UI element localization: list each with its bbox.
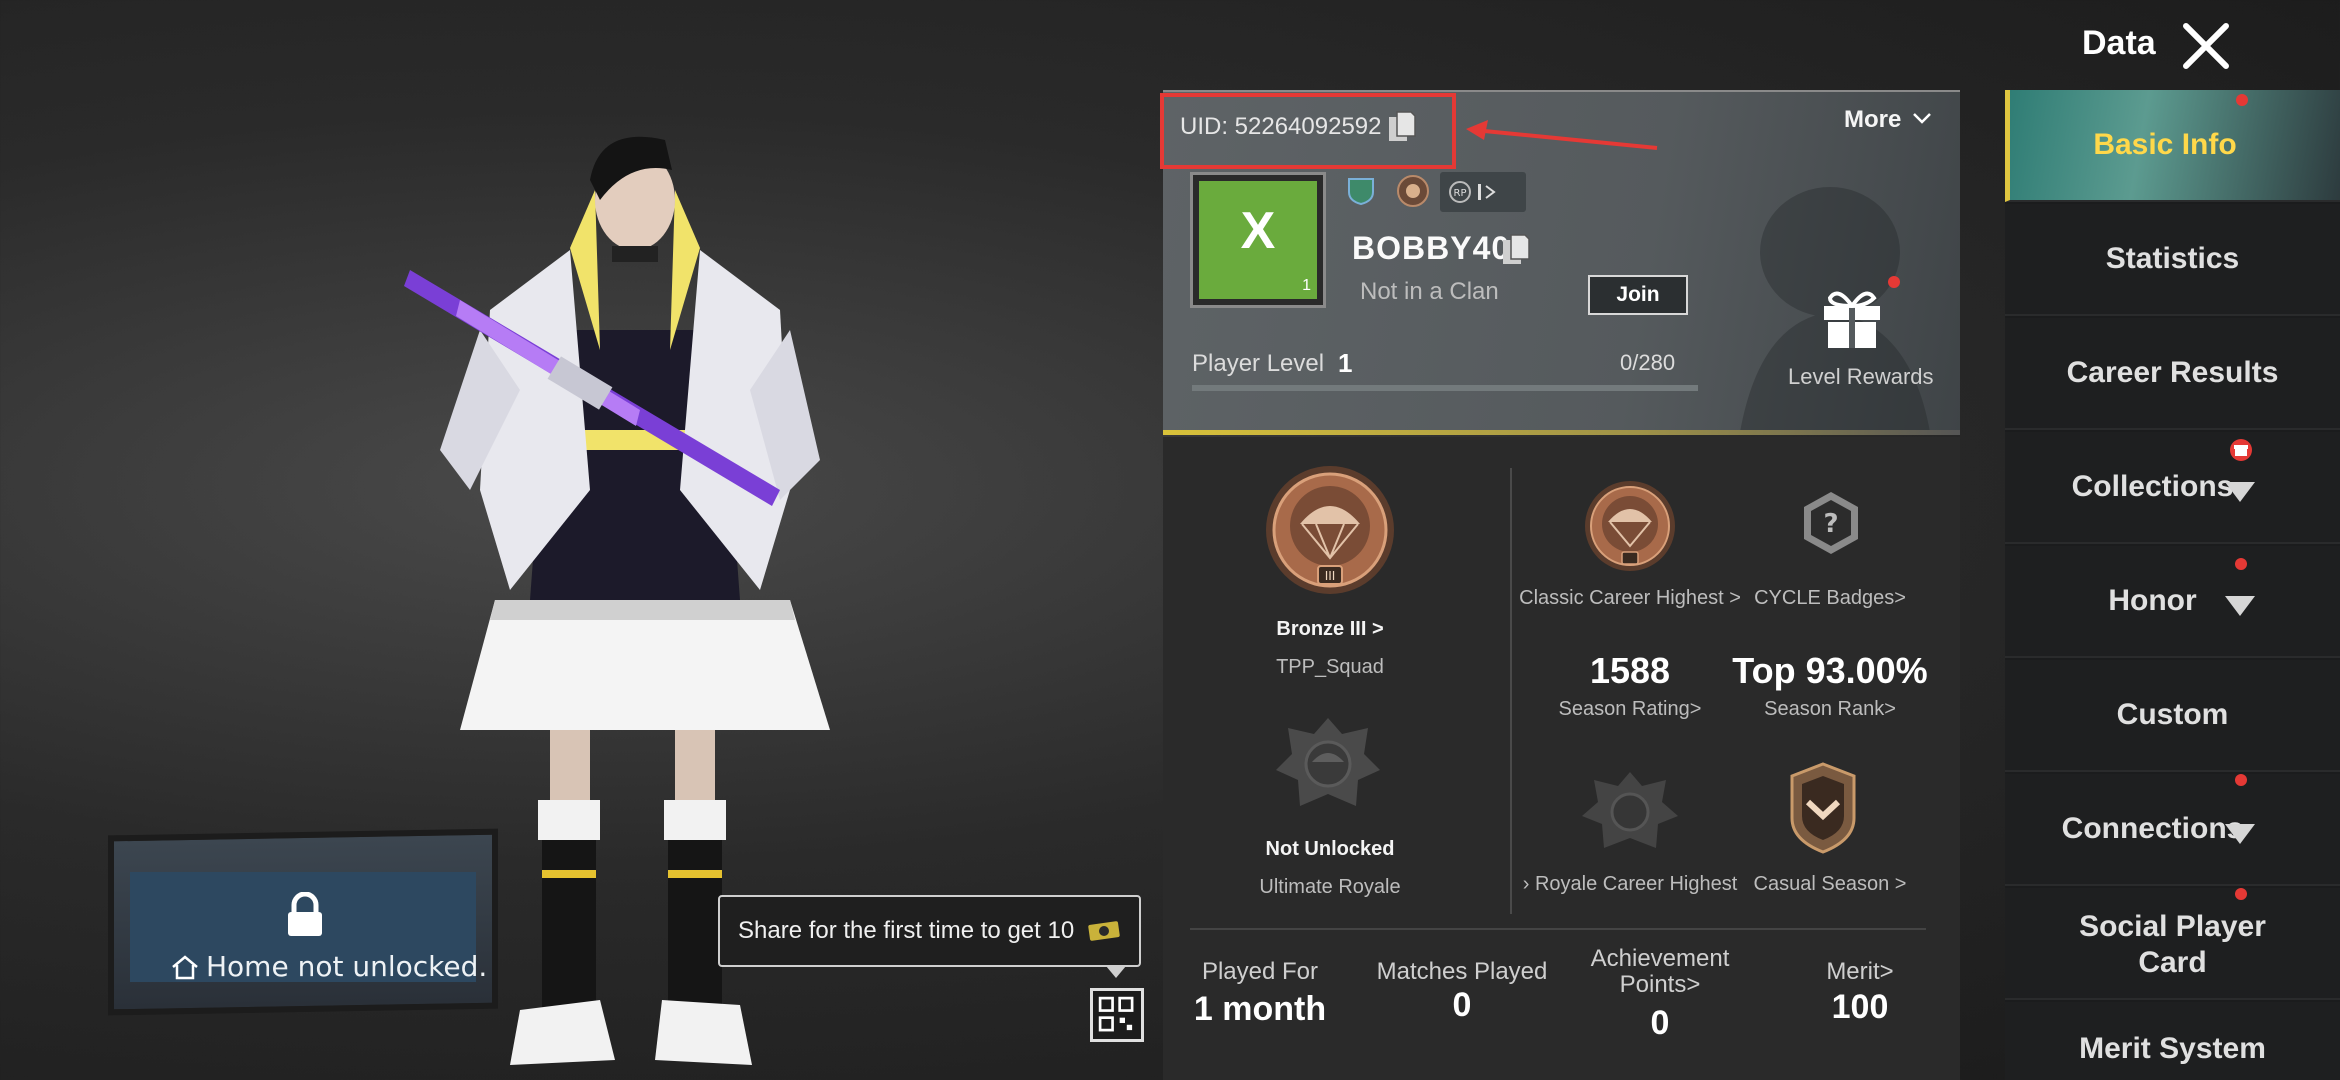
sidebar-item-connections[interactable]: Connections — [2005, 774, 2340, 886]
season-rating-link[interactable]: Season Rating> — [1530, 698, 1730, 721]
join-clan-button[interactable]: Join — [1588, 275, 1688, 315]
uid-text: UID: 52264092592 — [1180, 113, 1382, 140]
avatar-image: X 1 — [1199, 181, 1317, 299]
season-rank-value: Top 93.00% — [1732, 650, 1928, 691]
tooltip-tail — [1106, 966, 1126, 978]
clan-status: Not in a Clan — [1360, 278, 1499, 305]
share-text: Share for the first time to get 10 — [738, 917, 1075, 944]
chevron-down-icon — [2225, 482, 2255, 502]
horizontal-divider — [1190, 928, 1926, 930]
more-label: More — [1844, 106, 1902, 133]
tier-numeral: III — [1325, 569, 1336, 583]
sidebar-item-merit-system[interactable]: Merit System — [2005, 1002, 2340, 1080]
chevron-down-icon — [1913, 113, 1931, 124]
header-bottom-stripe — [1163, 430, 1960, 435]
sidebar: Basic Info Statistics Career Results Col… — [2005, 90, 2340, 1080]
classic-highest-emblem-icon[interactable] — [1582, 478, 1678, 574]
notification-dot — [2235, 888, 2247, 900]
sidebar-item-statistics[interactable]: Statistics — [2005, 204, 2340, 316]
sidebar-item-label: Honor — [2108, 584, 2197, 617]
merit-value: 100 — [1831, 988, 1889, 1026]
notification-dot — [2235, 774, 2247, 786]
home-sign[interactable]: Home not unlocked. — [108, 828, 498, 1016]
sidebar-item-label: Social Player — [2079, 910, 2266, 943]
classic-career-highest-link[interactable]: Classic Career Highest > — [1510, 587, 1750, 610]
sidebar-item-label: Merit System — [2079, 1032, 2266, 1065]
sidebar-item-label: Connections — [2061, 812, 2244, 845]
matches-played-value: 0 — [1452, 986, 1472, 1024]
achievement-points-label[interactable]: Points> — [1580, 971, 1740, 999]
home-text-label: Home not unlocked. — [206, 950, 488, 983]
page-title: Data — [2082, 24, 2156, 62]
sidebar-item-social-player-card[interactable]: Social Player Card — [2005, 888, 2340, 1000]
ultimate-status: Not Unlocked — [1265, 838, 1395, 860]
achievement-points-value: 0 — [1650, 1004, 1670, 1042]
notification-dot — [2236, 94, 2248, 106]
sidebar-item-honor[interactable]: Honor — [2005, 546, 2340, 658]
tpp-mode-label: TPP_Squad — [1276, 656, 1384, 678]
notification-dot — [1888, 276, 1900, 288]
copy-name-icon[interactable] — [1500, 232, 1534, 268]
home-icon — [172, 955, 198, 980]
notification-dot — [2235, 558, 2247, 570]
cycle-badges-link[interactable]: CYCLE Badges> — [1720, 587, 1940, 610]
sidebar-item-label: Career Results — [2066, 356, 2279, 389]
sidebar-item-label: Basic Info — [2093, 128, 2237, 161]
sidebar-item-basic-info[interactable]: Basic Info — [2005, 90, 2340, 202]
gift-icon[interactable] — [1816, 280, 1888, 352]
copy-uid-icon[interactable] — [1386, 109, 1418, 145]
sidebar-item-collections[interactable]: Collections — [2005, 432, 2340, 544]
svg-text:?: ? — [1823, 509, 1838, 539]
level-rewards-label[interactable]: Level Rewards — [1788, 364, 1934, 390]
close-icon[interactable] — [2180, 20, 2232, 72]
avatar-letter: X — [1240, 202, 1276, 260]
more-button[interactable]: More — [1844, 106, 1932, 134]
share-reward-tooltip[interactable]: Share for the first time to get 10 — [718, 895, 1141, 967]
sidebar-item-label-line2: Card — [2138, 946, 2207, 979]
rp-icon: RP — [1449, 181, 1496, 203]
level-progress-bar — [1192, 385, 1698, 391]
sidebar-item-label: Statistics — [2105, 242, 2240, 275]
tpp-tier-link[interactable]: Bronze III > — [1230, 618, 1430, 641]
tier-medal-icon[interactable] — [1396, 174, 1430, 208]
season-rating-value: 1588 — [1589, 650, 1671, 691]
sidebar-item-custom[interactable]: Custom — [2005, 660, 2340, 772]
gift-notification-icon — [2230, 439, 2252, 461]
casual-season-emblem-icon[interactable] — [1788, 762, 1858, 854]
level-progress-text: 0/280 — [1620, 350, 1676, 375]
chevron-down-icon — [2225, 824, 2255, 844]
bronze-tier-emblem-icon[interactable]: III — [1262, 462, 1398, 598]
ultimate-royale-label: Ultimate Royale — [1259, 876, 1401, 898]
royale-career-emblem-icon[interactable] — [1578, 768, 1682, 854]
vertical-divider — [1510, 468, 1512, 914]
merit-link[interactable]: Merit> — [1810, 958, 1910, 986]
cycle-badge-icon[interactable]: ? — [1800, 490, 1862, 556]
svg-text:RP: RP — [1454, 188, 1467, 199]
casual-season-link[interactable]: Casual Season > — [1720, 873, 1940, 896]
home-status-text: Home not unlocked. — [170, 950, 487, 983]
avatar[interactable]: X 1 — [1190, 172, 1326, 308]
annotation-arrow — [1466, 120, 1658, 150]
played-for-value: 1 month — [1193, 990, 1327, 1028]
royale-career-highest-link[interactable]: › Royale Career Highest — [1520, 873, 1740, 896]
matches-played-label: Matches Played — [1376, 958, 1548, 985]
achievement-label[interactable]: Achievement — [1580, 945, 1740, 973]
player-level-label: Player Level — [1192, 350, 1325, 377]
player-level-value: 1 — [1338, 348, 1353, 378]
chevron-down-icon — [2225, 596, 2255, 616]
sidebar-item-label: Custom — [2116, 698, 2229, 731]
uid-highlight-box: UID: 52264092592 — [1160, 93, 1456, 169]
rp-badge[interactable]: RP — [1440, 172, 1526, 212]
lock-icon — [288, 892, 322, 936]
qr-code-icon[interactable] — [1090, 988, 1144, 1042]
avatar-level-number: 1 — [1302, 277, 1311, 294]
played-for-label: Played For — [1201, 958, 1319, 985]
sidebar-item-career-results[interactable]: Career Results — [2005, 318, 2340, 430]
rank-shield-icon[interactable] — [1346, 176, 1376, 206]
sidebar-item-label: Collections — [2071, 470, 2234, 503]
ultimate-royale-emblem-icon[interactable] — [1272, 714, 1384, 814]
coupon-icon — [1088, 921, 1120, 941]
season-rank-link[interactable]: Season Rank> — [1720, 698, 1940, 721]
